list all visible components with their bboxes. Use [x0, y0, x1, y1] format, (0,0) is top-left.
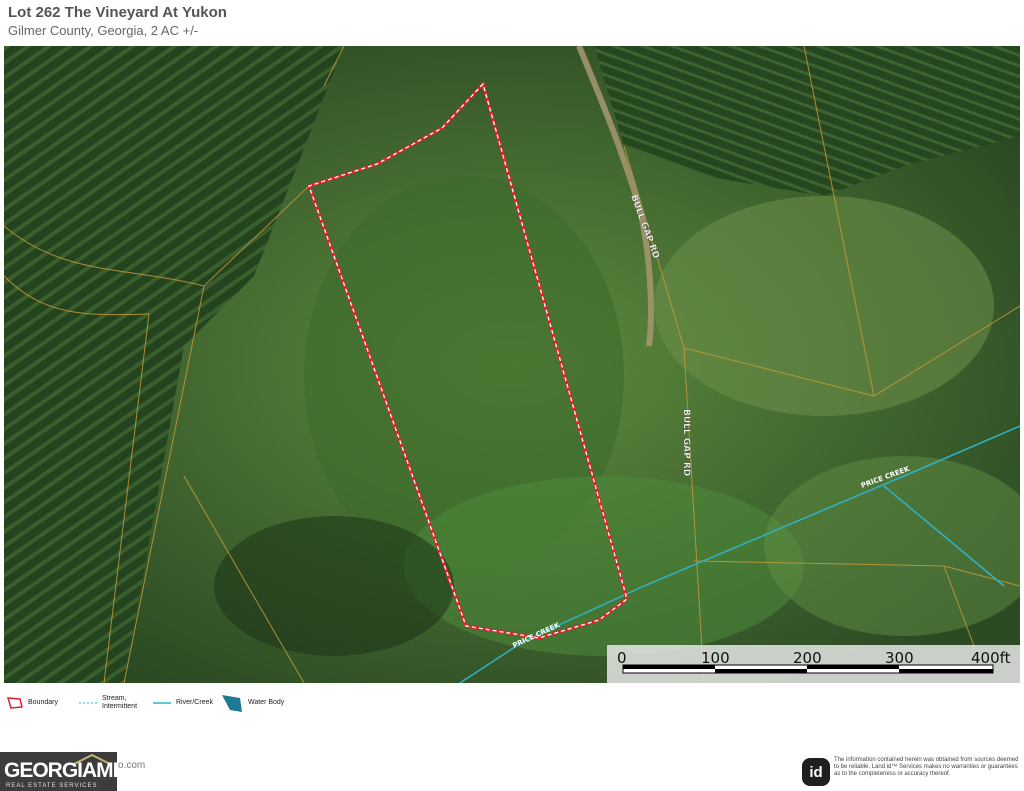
legend-label: Boundary: [28, 699, 58, 706]
page-title: Lot 262 The Vineyard At Yukon: [8, 4, 227, 21]
legend-item: River/Creek: [152, 688, 213, 718]
legend-item: Water Body: [220, 688, 284, 718]
satellite-map[interactable]: BULL GAP RD BULL GAP RD PRICE CREEK PRIC…: [4, 46, 1020, 683]
land-id-logo: id: [802, 758, 830, 786]
scale-graphic: [622, 664, 994, 674]
legend-label: River/Creek: [176, 699, 213, 706]
boundary-icon: [6, 697, 23, 709]
map-legend: Boundary Stream, Intermittent River/Cree…: [0, 688, 1024, 728]
river-icon: [153, 702, 171, 704]
water-body-icon: [222, 695, 242, 712]
legend-item: Boundary: [6, 688, 58, 718]
logo-subtext: REAL ESTATE SERVICES: [6, 783, 98, 789]
map-canvas: BULL GAP RD BULL GAP RD PRICE CREEK PRIC…: [4, 46, 1020, 683]
stream-icon: [79, 702, 97, 704]
georgia-mls-logo[interactable]: GEORGIAMLS REAL ESTATE SERVICES: [0, 752, 139, 791]
hardwood-patch: [404, 476, 804, 656]
scale-bar: 0 100 200 300 400ft: [607, 645, 1020, 683]
legend-label: Stream, Intermittent: [102, 695, 138, 710]
disclaimer-text: The information contained herein was obt…: [834, 757, 1019, 777]
logo-domain-suffix: o.com: [118, 760, 146, 771]
road-label: BULL GAP RD: [681, 409, 691, 476]
page-subtitle: Gilmer County, Georgia, 2 AC +/-: [8, 23, 199, 38]
legend-label: Water Body: [248, 699, 285, 706]
shadow-patch: [214, 516, 454, 656]
legend-item: Stream, Intermittent: [78, 688, 142, 718]
